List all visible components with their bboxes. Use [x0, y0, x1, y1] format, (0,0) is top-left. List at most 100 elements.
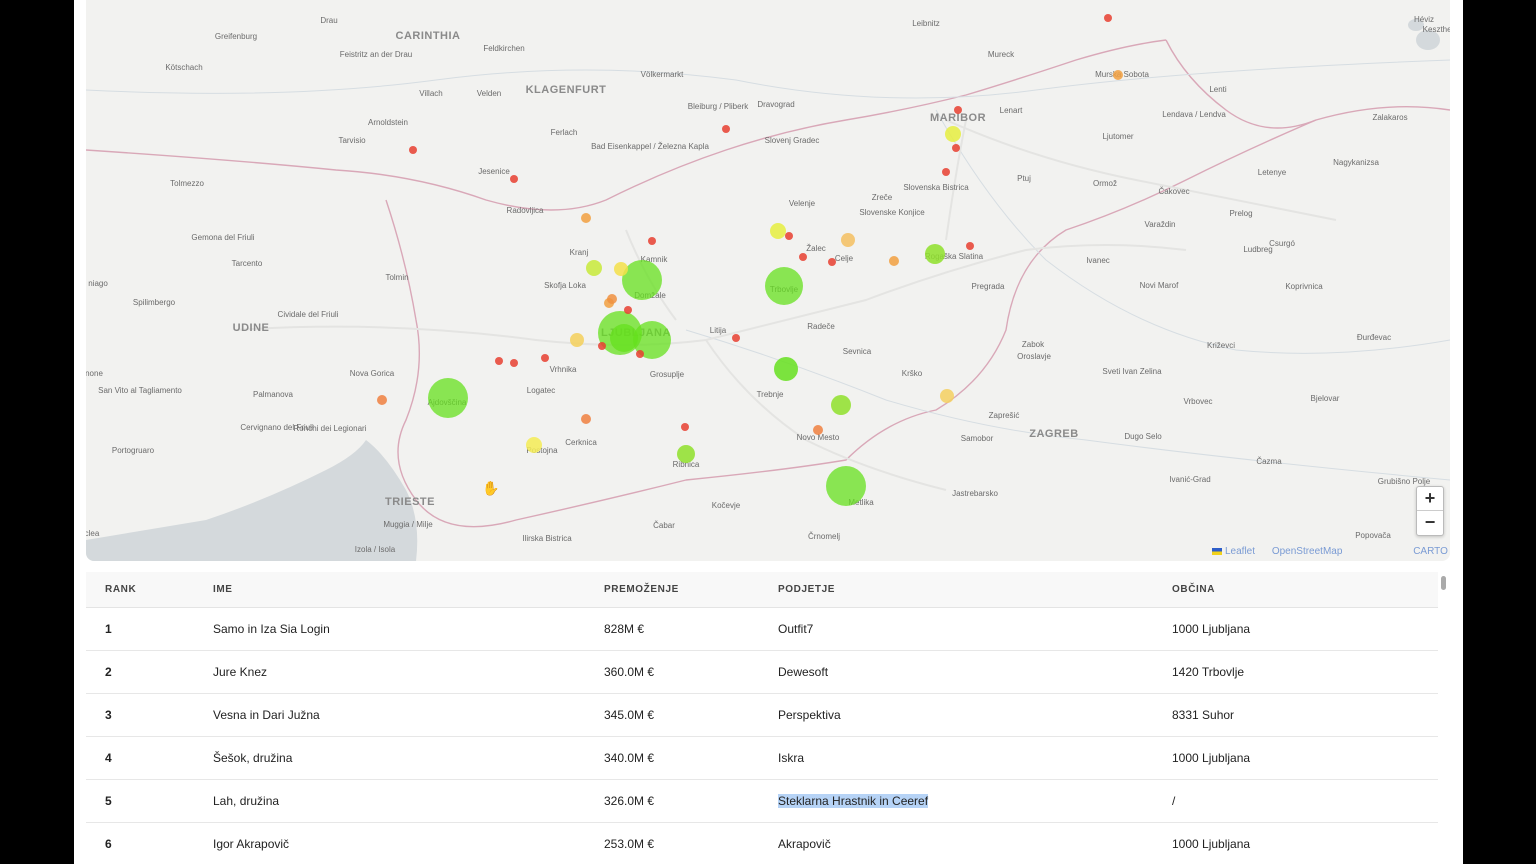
map-place-label: Grubišno Polje: [1377, 477, 1431, 486]
map-marker[interactable]: [510, 359, 518, 367]
map-marker[interactable]: [1104, 14, 1112, 22]
table-row[interactable]: 5 Lah, družina 326.0M € Steklarna Hrastn…: [86, 779, 1438, 823]
map-marker[interactable]: [925, 244, 945, 264]
map-marker[interactable]: [799, 253, 807, 261]
map-marker[interactable]: [570, 333, 584, 347]
cell-premozenje: 360.0M €: [585, 650, 759, 694]
cell-rank: 6: [86, 822, 194, 864]
table-row[interactable]: 6 Igor Akrapovič 253.0M € Akrapovič 1000…: [86, 822, 1438, 864]
map-place-label: Izola / Isola: [354, 545, 396, 554]
map-marker[interactable]: [770, 223, 786, 239]
map-marker[interactable]: [774, 357, 798, 381]
map-place-label: Feldkirchen: [483, 44, 525, 53]
map-marker[interactable]: [636, 350, 644, 358]
map-place-label: Đurđevac: [1356, 333, 1392, 342]
zoom-out-button[interactable]: −: [1417, 510, 1443, 534]
map-place-label: Žalec: [806, 244, 826, 253]
ranking-table: RANK IME PREMOŽENJE PODJETJE OBČINA 1 Sa…: [86, 572, 1438, 864]
map-view[interactable]: Drau CARINTHIA Greifenburg Feistritz an der…: [86, 0, 1450, 561]
map-marker[interactable]: [581, 414, 591, 424]
map-marker[interactable]: [428, 378, 468, 418]
map-marker[interactable]: [722, 125, 730, 133]
map-place-label: UDINE: [232, 322, 270, 334]
map-place-label: Csurgó: [1269, 239, 1295, 248]
map-place-label: Kočevje: [711, 501, 741, 510]
map-marker[interactable]: [495, 357, 503, 365]
map-marker[interactable]: [409, 146, 417, 154]
header-premozenje[interactable]: PREMOŽENJE: [585, 572, 759, 608]
map-marker[interactable]: [607, 294, 617, 304]
carto-link[interactable]: CARTO: [1413, 546, 1448, 557]
map-marker[interactable]: [952, 144, 960, 152]
cell-podjetje: Outfit7: [759, 607, 1153, 651]
table-row[interactable]: 4 Šešok, družina 340.0M € Iskra 1000 Lju…: [86, 736, 1438, 780]
map-marker[interactable]: [942, 168, 950, 176]
map-place-label: Tarcento: [231, 259, 263, 268]
table-row[interactable]: 2 Jure Knez 360.0M € Dewesoft 1420 Trbov…: [86, 650, 1438, 694]
scrollbar-thumb[interactable]: [1441, 576, 1446, 590]
header-rank[interactable]: RANK: [86, 572, 194, 608]
map-marker[interactable]: [785, 232, 793, 240]
border-austria: [86, 39, 1167, 211]
map-marker[interactable]: [541, 354, 549, 362]
map-marker[interactable]: [510, 175, 518, 183]
map-place-label: Pregrada: [971, 282, 1005, 291]
map-marker[interactable]: [828, 258, 836, 266]
zoom-in-button[interactable]: +: [1417, 487, 1443, 510]
map-marker[interactable]: [732, 334, 740, 342]
map-place-label: Zreče: [871, 193, 893, 202]
map-place-label: Skofja Loka: [544, 281, 586, 290]
cell-obcina: 8331 Suhor: [1153, 693, 1438, 737]
map-marker[interactable]: [954, 106, 962, 114]
app-frame: Drau CARINTHIA Greifenburg Feistritz an der…: [74, 0, 1463, 864]
map-marker[interactable]: [841, 233, 855, 247]
map-marker[interactable]: [813, 425, 823, 435]
map-place-label: clea: [86, 529, 100, 538]
map-marker[interactable]: [765, 267, 803, 305]
selected-text[interactable]: Steklarna Hrastnik in Ceeref: [778, 794, 929, 808]
map-marker[interactable]: [1113, 70, 1123, 80]
map-marker[interactable]: [648, 237, 656, 245]
map-marker[interactable]: [610, 324, 638, 352]
map-marker[interactable]: [622, 260, 662, 300]
map-place-label: Kötschach: [165, 63, 203, 72]
map-place-label: Celje: [834, 254, 854, 263]
map-marker[interactable]: [831, 395, 851, 415]
map-marker[interactable]: [586, 260, 602, 276]
map-place-label: Slovenj Gradec: [764, 136, 820, 145]
map-marker[interactable]: [889, 256, 899, 266]
map-place-label: Bleiburg / Pliberk: [687, 102, 749, 111]
header-obcina[interactable]: OBČINA: [1153, 572, 1438, 608]
map-marker[interactable]: [677, 445, 695, 463]
map-place-label: Velenje: [788, 199, 816, 208]
map-marker[interactable]: [940, 389, 954, 403]
map-marker[interactable]: [526, 437, 542, 453]
map-marker[interactable]: [377, 395, 387, 405]
zoom-control: + −: [1416, 486, 1444, 536]
table-scrollbar[interactable]: [1440, 576, 1447, 864]
map-place-label: Vrbovec: [1183, 397, 1213, 406]
table-row[interactable]: 1 Samo in Iza Sia Login 828M € Outfit7 1…: [86, 607, 1438, 651]
map-place-label: Portogruaro: [111, 446, 155, 455]
map-place-label: Koprivnica: [1285, 282, 1323, 291]
map-marker[interactable]: [945, 126, 961, 142]
osm-link[interactable]: OpenStreetMap: [1272, 546, 1343, 557]
map-place-label: Ljutomer: [1102, 132, 1134, 141]
map-marker[interactable]: [598, 342, 606, 350]
map-marker[interactable]: [581, 213, 591, 223]
table-row[interactable]: 3 Vesna in Dari Južna 345.0M € Perspekti…: [86, 693, 1438, 737]
map-place-label: Bad Eisenkappel / Železna Kapla: [591, 142, 709, 151]
map-marker[interactable]: [681, 423, 689, 431]
map-marker[interactable]: [614, 262, 628, 276]
map-place-label: Bjelovar: [1310, 394, 1340, 403]
map-place-label: Krško: [901, 369, 923, 378]
map-place-label: Drau: [320, 16, 338, 25]
map-marker[interactable]: [826, 466, 866, 506]
header-podjetje[interactable]: PODJETJE: [759, 572, 1153, 608]
map-marker[interactable]: [966, 242, 974, 250]
map-marker[interactable]: [624, 306, 632, 314]
cell-obcina: 1420 Trbovlje: [1153, 650, 1438, 694]
header-ime[interactable]: IME: [194, 572, 585, 608]
map-place-label: Dugo Selo: [1124, 432, 1162, 441]
leaflet-link[interactable]: Leaflet: [1225, 546, 1255, 557]
